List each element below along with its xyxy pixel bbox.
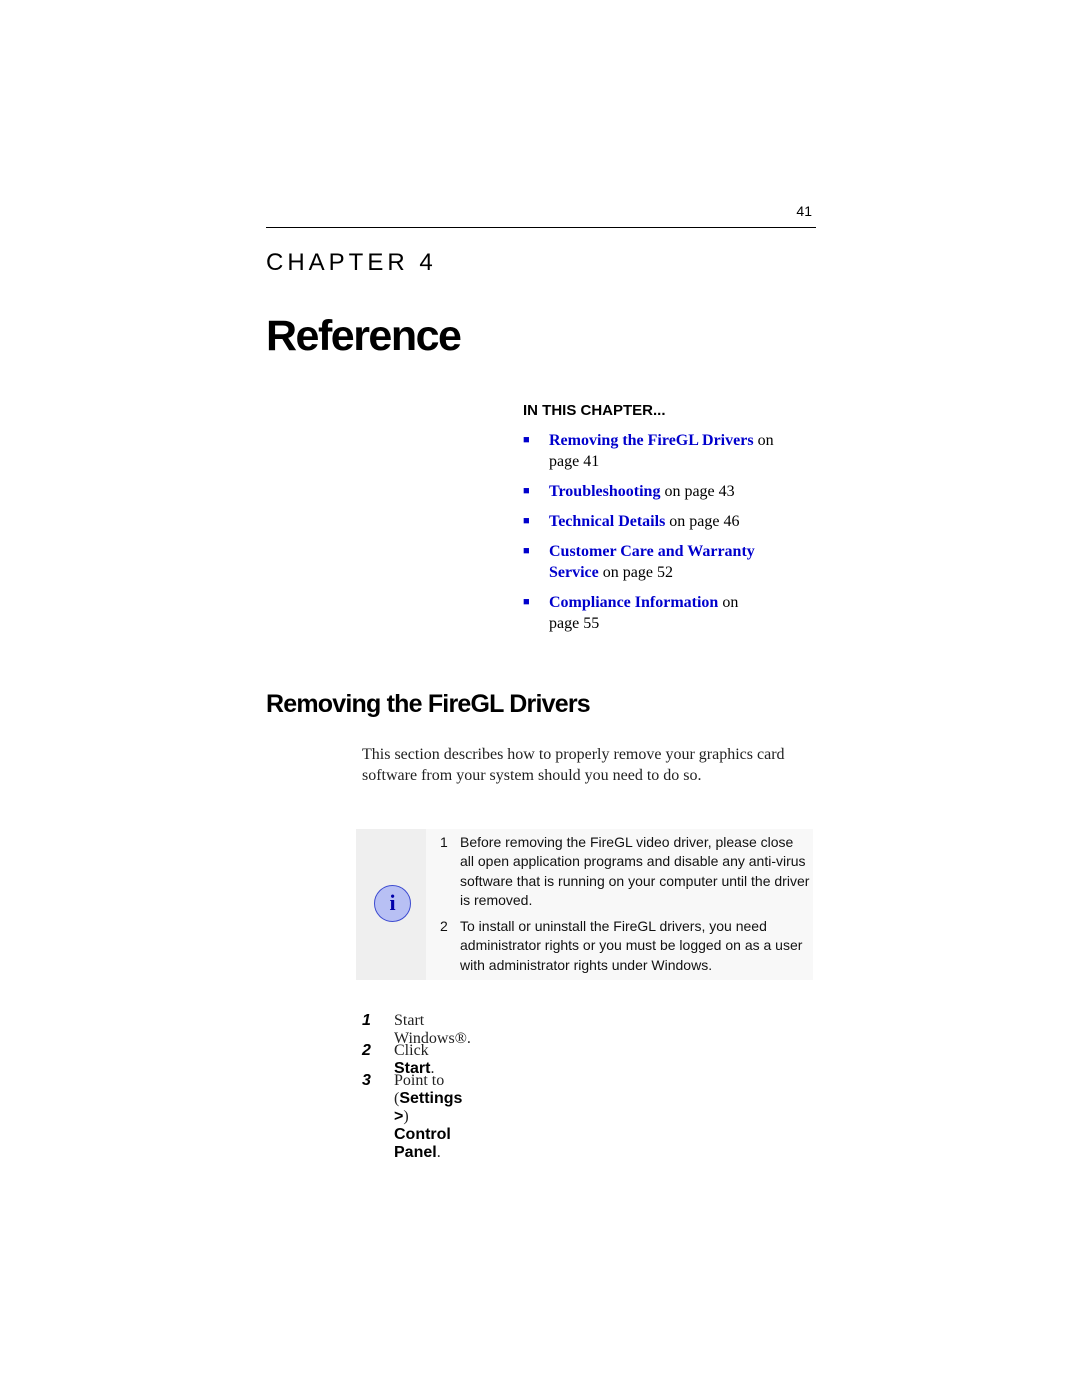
toc-item: ■ Customer Care and Warranty Service on …	[523, 541, 793, 583]
chapter-label: CHAPTER 4	[266, 249, 437, 276]
bullet-icon: ■	[523, 596, 530, 608]
step-number: 3	[362, 1072, 371, 1089]
note-item: 2 To install or uninstall the FireGL dri…	[440, 917, 810, 975]
toc-page-ref: on page 52	[598, 564, 673, 581]
note-sidebar: i	[356, 829, 426, 980]
toc-page-ref: on page 43	[660, 483, 735, 500]
header-rule	[266, 227, 816, 228]
toc-item: ■ Removing the FireGL Drivers on page 41	[523, 430, 793, 472]
bullet-icon: ■	[523, 434, 530, 446]
toc-link-compliance[interactable]: Compliance Information	[549, 594, 718, 611]
toc-item: ■ Compliance Information on page 55	[523, 592, 763, 634]
note-item-text: Before removing the FireGL video driver,…	[460, 834, 810, 908]
toc-link-technical-details[interactable]: Technical Details	[549, 513, 665, 530]
toc-link-troubleshooting[interactable]: Troubleshooting	[549, 483, 660, 500]
chapter-title: Reference	[266, 312, 462, 360]
note-item-number: 1	[440, 834, 448, 850]
in-this-chapter-heading: IN THIS CHAPTER...	[523, 402, 666, 419]
toc-page-ref: on page 46	[665, 513, 740, 530]
note-item: 1 Before removing the FireGL video drive…	[440, 833, 810, 910]
note-item-text: To install or uninstall the FireGL drive…	[460, 918, 803, 973]
section-intro: This section describes how to properly r…	[362, 746, 785, 784]
bullet-icon: ■	[523, 485, 530, 497]
step-text: Point to (Settings >) Control Panel.	[394, 1072, 463, 1161]
bullet-icon: ■	[523, 545, 530, 557]
section-heading: Removing the FireGL Drivers	[266, 690, 591, 718]
note-item-number: 2	[440, 918, 448, 935]
note-list: 1 Before removing the FireGL video drive…	[440, 833, 810, 982]
note-box: i 1 Before removing the FireGL video dri…	[356, 829, 813, 980]
bullet-icon: ■	[523, 515, 530, 527]
info-icon: i	[374, 885, 411, 922]
page-number: 41	[796, 203, 812, 219]
step-number: 2	[362, 1042, 371, 1059]
step-number: 1	[362, 1012, 371, 1029]
toc-item: ■ Troubleshooting on page 43	[523, 481, 793, 502]
toc-link-removing-drivers[interactable]: Removing the FireGL Drivers	[549, 432, 754, 449]
toc-item: ■ Technical Details on page 46	[523, 511, 793, 532]
